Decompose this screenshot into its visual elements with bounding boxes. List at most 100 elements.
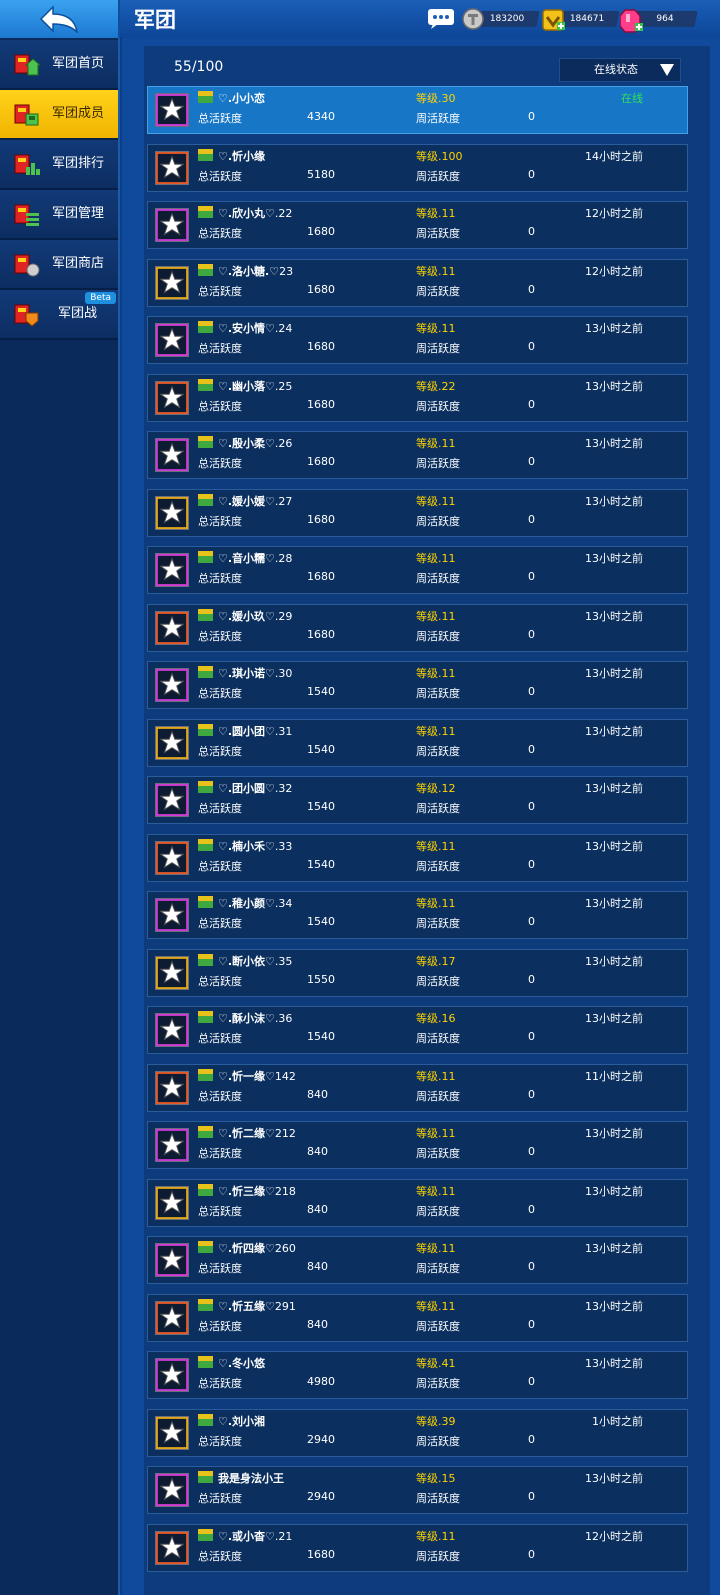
total-activity-label: 总活跃度 [198, 1320, 242, 1333]
member-row[interactable]: ♡.圆小团♡.31 总活跃度 1540 等级.11 周活跃度 0 13小时之前 [147, 719, 688, 767]
status-filter-dropdown[interactable]: 在线状态 [559, 58, 681, 82]
member-row[interactable]: ♡.殷小柔♡.26 总活跃度 1680 等级.11 周活跃度 0 13小时之前 [147, 431, 688, 479]
rank-badge-icon [198, 91, 213, 103]
sidebar-item-legion-manage[interactable]: 军团管理 [0, 190, 118, 240]
member-avatar-icon [155, 726, 189, 760]
member-avatar-icon [155, 1071, 189, 1105]
total-activity-label: 总活跃度 [198, 975, 242, 988]
member-row[interactable]: ♡.忻三缘♡218 总活跃度 840 等级.11 周活跃度 0 13小时之前 [147, 1179, 688, 1227]
last-online-status: 13小时之前 [585, 1242, 643, 1255]
weekly-activity-label: 周活跃度 [416, 112, 460, 125]
member-avatar-icon [155, 1243, 189, 1277]
member-name: ♡.忻三缘♡218 [218, 1185, 296, 1198]
member-avatar-icon [155, 956, 189, 990]
total-activity-label: 总活跃度 [198, 227, 242, 240]
last-online-status: 13小时之前 [585, 1357, 643, 1370]
member-row[interactable]: ♡.冬小悠 总活跃度 4980 等级.41 周活跃度 0 13小时之前 [147, 1351, 688, 1399]
legion-manage-icon [14, 204, 39, 226]
member-name: 我是身法小王 [218, 1472, 284, 1485]
weekly-activity-value: 0 [528, 398, 535, 411]
member-row[interactable]: ♡.欣小丸♡.22 总活跃度 1680 等级.11 周活跃度 0 12小时之前 [147, 201, 688, 249]
weekly-activity-value: 0 [528, 1145, 535, 1158]
member-name: ♡.忻四缘♡260 [218, 1242, 296, 1255]
weekly-activity-label: 周活跃度 [416, 1147, 460, 1160]
member-row[interactable]: 我是身法小王 总活跃度 2940 等级.15 周活跃度 0 13小时之前 [147, 1466, 688, 1514]
member-row[interactable]: ♡.洛小糖.♡23 总活跃度 1680 等级.11 周活跃度 0 12小时之前 [147, 259, 688, 307]
member-row[interactable]: ♡.或小杳♡.21 总活跃度 1680 等级.11 周活跃度 0 12小时之前 [147, 1524, 688, 1572]
member-row[interactable]: ♡.楠小禾♡.33 总活跃度 1540 等级.11 周活跃度 0 13小时之前 [147, 834, 688, 882]
sidebar-item-legion-members[interactable]: 军团成员 [0, 90, 118, 140]
total-activity-label: 总活跃度 [198, 112, 242, 125]
weekly-activity-label: 周活跃度 [416, 860, 460, 873]
sidebar-item-legion-ranking[interactable]: 军团排行 [0, 140, 118, 190]
member-row[interactable]: ♡.音小糯♡.28 总活跃度 1680 等级.11 周活跃度 0 13小时之前 [147, 546, 688, 594]
sidebar-item-legion-home[interactable]: 军团首页 [0, 40, 118, 90]
sidebar: 军团首页 军团成员 军团排行 军团管理 军团商店 军团战 Beta [0, 38, 120, 1595]
gold-coin-counter[interactable]: 184671 [542, 8, 622, 31]
member-name: ♡.殷小柔♡.26 [218, 437, 293, 450]
member-level: 等级.22 [416, 380, 456, 393]
legion-war-icon [14, 304, 39, 327]
member-name: ♡.或小杳♡.21 [218, 1530, 293, 1543]
member-row[interactable]: ♡.忻二缘♡212 总活跃度 840 等级.11 周活跃度 0 13小时之前 [147, 1121, 688, 1169]
rank-badge-icon [198, 206, 213, 218]
sidebar-item-label: 军团商店 [52, 256, 105, 271]
weekly-activity-label: 周活跃度 [416, 975, 460, 988]
gem-counter[interactable]: 964 [620, 8, 700, 33]
weekly-activity-value: 0 [528, 340, 535, 353]
member-avatar-icon [155, 1473, 189, 1507]
member-level: 等级.11 [416, 610, 456, 623]
member-row[interactable]: ♡.酥小沫♡.36 总活跃度 1540 等级.16 周活跃度 0 13小时之前 [147, 1006, 688, 1054]
total-activity-value: 2940 [307, 1433, 335, 1446]
member-row[interactable]: ♡.稚小颜♡.34 总活跃度 1540 等级.11 周活跃度 0 13小时之前 [147, 891, 688, 939]
rank-badge-icon [198, 1299, 213, 1311]
member-row[interactable]: ♡.忻四缘♡260 总活跃度 840 等级.11 周活跃度 0 13小时之前 [147, 1236, 688, 1284]
total-activity-label: 总活跃度 [198, 170, 242, 183]
member-avatar-icon [155, 266, 189, 300]
member-row[interactable]: ♡.刘小湘 总活跃度 2940 等级.39 周活跃度 0 1小时之前 [147, 1409, 688, 1457]
member-name: ♡.刘小湘 [218, 1415, 266, 1428]
chat-icon[interactable] [427, 8, 455, 30]
member-avatar-icon [155, 1013, 189, 1047]
member-avatar-icon [155, 1416, 189, 1450]
back-button[interactable] [0, 0, 120, 38]
total-activity-value: 840 [307, 1203, 328, 1216]
sidebar-item-legion-shop[interactable]: 军团商店 [0, 240, 118, 290]
last-online-status: 13小时之前 [585, 955, 643, 968]
member-row[interactable]: ♡.琪小诺♡.30 总活跃度 1540 等级.11 周活跃度 0 13小时之前 [147, 661, 688, 709]
member-level: 等级.11 [416, 207, 456, 220]
last-online-status: 13小时之前 [585, 610, 643, 623]
last-online-status: 13小时之前 [585, 840, 643, 853]
member-row[interactable]: ♡.团小圆♡.32 总活跃度 1540 等级.12 周活跃度 0 13小时之前 [147, 776, 688, 824]
total-activity-value: 840 [307, 1260, 328, 1273]
sidebar-item-label: 军团排行 [52, 156, 105, 171]
total-activity-value: 840 [307, 1318, 328, 1331]
back-arrow-icon [39, 5, 78, 33]
member-level: 等级.11 [416, 840, 456, 853]
rank-badge-icon [198, 1356, 213, 1368]
total-activity-label: 总活跃度 [198, 572, 242, 585]
member-level: 等级.39 [416, 1415, 456, 1428]
member-name: ♡.团小圆♡.32 [218, 782, 293, 795]
member-row[interactable]: ♡.小小恋 总活跃度 4340 等级.30 周活跃度 0 在线 [147, 86, 688, 134]
weekly-activity-label: 周活跃度 [416, 285, 460, 298]
member-row[interactable]: ♡.媛小玖♡.29 总活跃度 1680 等级.11 周活跃度 0 13小时之前 [147, 604, 688, 652]
member-row[interactable]: ♡.媛小媛♡.27 总活跃度 1680 等级.11 周活跃度 0 13小时之前 [147, 489, 688, 537]
member-row[interactable]: ♡.幽小落♡.25 总活跃度 1680 等级.22 周活跃度 0 13小时之前 [147, 374, 688, 422]
member-row[interactable]: ♡.忻小缘 总活跃度 5180 等级.100 周活跃度 0 14小时之前 [147, 144, 688, 192]
sidebar-item-legion-war[interactable]: 军团战 Beta [0, 290, 118, 340]
weekly-activity-label: 周活跃度 [416, 630, 460, 643]
member-row[interactable]: ♡.断小依♡.35 总活跃度 1550 等级.17 周活跃度 0 13小时之前 [147, 949, 688, 997]
member-row[interactable]: ♡.忻五缘♡291 总活跃度 840 等级.11 周活跃度 0 13小时之前 [147, 1294, 688, 1342]
rank-badge-icon [198, 609, 213, 621]
member-level: 等级.11 [416, 1070, 456, 1083]
total-activity-value: 1680 [307, 570, 335, 583]
last-online-status: 13小时之前 [585, 667, 643, 680]
weekly-activity-label: 周活跃度 [416, 1492, 460, 1505]
member-row[interactable]: ♡.忻一缘♡142 总活跃度 840 等级.11 周活跃度 0 11小时之前 [147, 1064, 688, 1112]
last-online-status: 13小时之前 [585, 495, 643, 508]
member-avatar-icon [155, 898, 189, 932]
weekly-activity-value: 0 [528, 800, 535, 813]
member-row[interactable]: ♡.安小情♡.24 总活跃度 1680 等级.11 周活跃度 0 13小时之前 [147, 316, 688, 364]
member-avatar-icon [155, 553, 189, 587]
